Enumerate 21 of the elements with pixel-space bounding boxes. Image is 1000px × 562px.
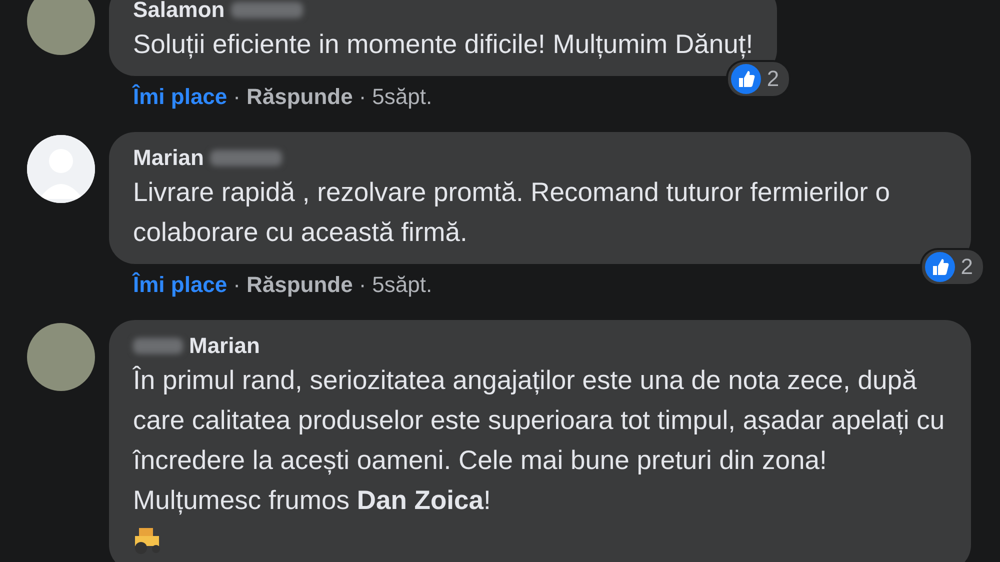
avatar-photo-placeholder[interactable] <box>27 0 95 55</box>
like-icon <box>730 64 761 94</box>
separator-dot: · <box>233 272 240 298</box>
comment-text: În primul rand, seriozitatea angajaților este una de nota zece, după care calitatea produselor este superioara tot timpul, așadar apelați cu încredere la acești oameni. Cele mai bune preturi din zona! Mulțumesc frumos Dan Zoica! <box>133 364 946 517</box>
comment-text: Soluții eficiente in momente dificile! Mulțumim Dănuț! <box>133 28 754 61</box>
timestamp[interactable]: 5săpt. <box>372 84 432 110</box>
reaction-count[interactable]: 2 <box>920 248 985 286</box>
author-name[interactable]: Marian <box>133 144 204 172</box>
separator-dot: · <box>358 272 366 298</box>
like-link[interactable]: Îmi place <box>133 84 228 110</box>
separator-dot: · <box>358 84 366 110</box>
reply-link[interactable]: Răspunde <box>246 84 353 110</box>
reaction-count[interactable]: 2 <box>726 60 792 98</box>
author-name[interactable]: Salamon <box>133 0 225 24</box>
comment-text: Livrare rapidă , rezolvare promtă. Recomand tuturor fermierilor o colaborare cu această firmă. <box>133 176 892 249</box>
separator-dot: · <box>233 84 240 110</box>
author-name[interactable]: Marian <box>189 332 260 360</box>
timestamp[interactable]: 5săpt. <box>372 272 432 298</box>
like-icon <box>924 252 955 282</box>
reply-link[interactable]: Răspunde <box>246 272 353 298</box>
like-link[interactable]: Îmi place <box>133 272 228 298</box>
